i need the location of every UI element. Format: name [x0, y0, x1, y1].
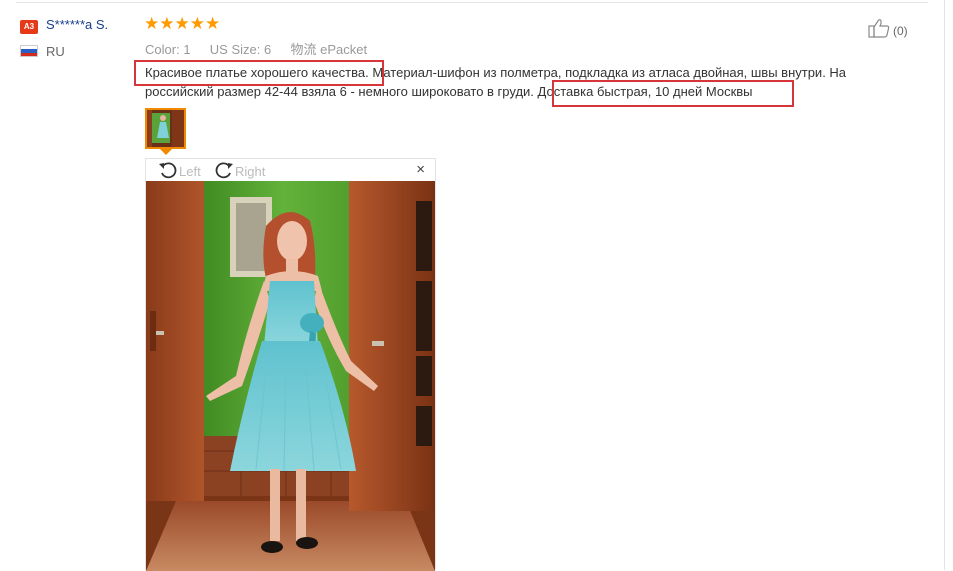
highlight-box-quality — [134, 60, 384, 86]
rotate-left-button[interactable]: Left — [157, 161, 201, 182]
reviewer-country: RU — [46, 44, 65, 59]
top-divider — [16, 2, 928, 3]
color-value: 1 — [183, 42, 191, 57]
thumbnail-pointer — [160, 149, 172, 155]
photo-viewer: Left Right × — [145, 158, 436, 571]
right-divider — [944, 0, 945, 570]
review-photo — [146, 181, 435, 571]
russia-flag-icon — [20, 45, 38, 57]
color-label: Color: — [145, 42, 180, 57]
photo-viewer-toolbar: Left Right × — [146, 159, 435, 181]
reviewer-level-badge: A3 — [20, 20, 38, 34]
rotate-right-icon — [214, 161, 234, 182]
order-meta: Color: 1 US Size: 6 物流 ePacket — [145, 39, 367, 58]
helpful-count: (0) — [893, 23, 908, 38]
rotate-left-label: Left — [179, 164, 201, 179]
highlight-box-delivery — [552, 80, 794, 107]
rotate-right-button[interactable]: Right — [213, 161, 265, 182]
reviewer-name[interactable]: S******a S. — [46, 17, 108, 32]
size-label: US Size: — [209, 42, 261, 57]
rotate-right-label: Right — [235, 164, 266, 179]
star-rating: ★★★★★ — [144, 14, 221, 33]
review-photo-thumbnail[interactable] — [145, 108, 186, 149]
size-value: 6 — [264, 42, 272, 57]
helpful-button[interactable]: (0) — [868, 18, 908, 43]
thumbs-up-icon[interactable] — [868, 18, 890, 43]
rotate-left-icon — [158, 161, 178, 182]
shipping-label: 物流 — [290, 42, 317, 57]
shipping-value: ePacket — [320, 42, 368, 57]
close-viewer-button[interactable]: × — [416, 162, 425, 178]
